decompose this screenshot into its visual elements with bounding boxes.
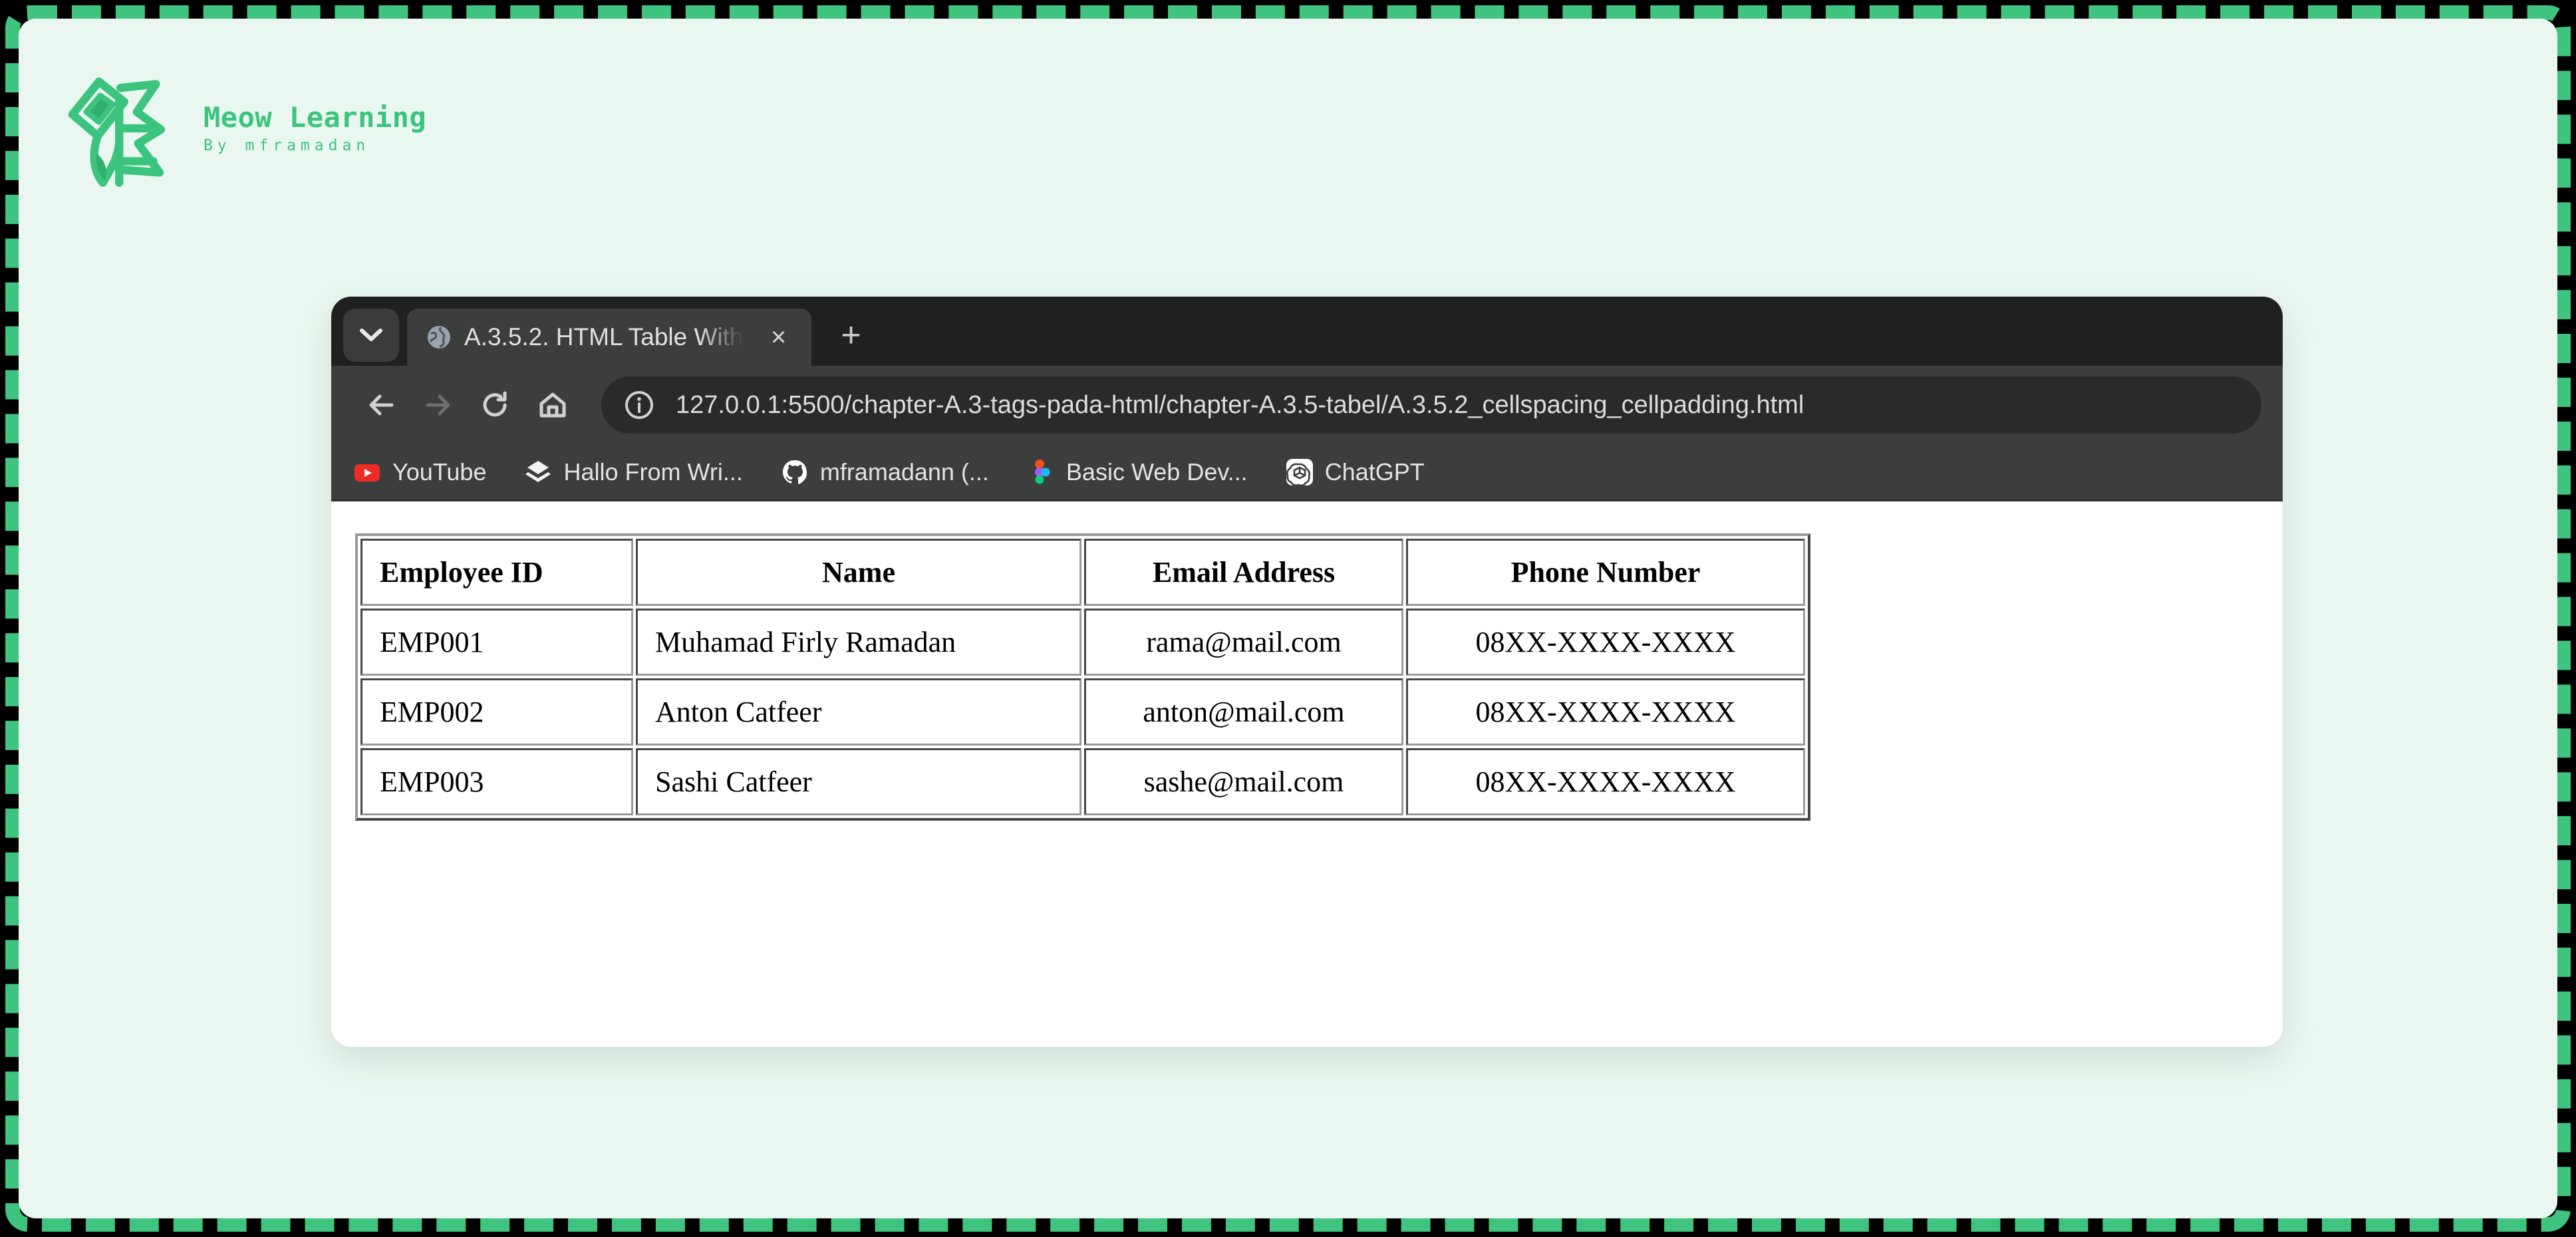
tab-title: A.3.5.2. HTML Table With (464, 323, 744, 350)
cell-employee-id: EMP003 (360, 748, 633, 815)
address-bar[interactable]: 127.0.0.1:5500/chapter-A.3-tags-pada-htm… (601, 376, 2261, 434)
bookmark-label: ChatGPT (1324, 458, 1425, 485)
chatgpt-icon (1286, 458, 1313, 486)
page-viewport: Employee ID Name Email Address Phone Num… (331, 501, 2283, 1047)
bookmark-youtube[interactable]: YouTube (349, 452, 490, 493)
forward-button[interactable] (410, 376, 467, 434)
outer-frame: Meow Learning By mframadan A.3.5.2. HTML… (0, 0, 2576, 1237)
table-row: EMP001 Muhamad Firly Ramadan rama@mail.c… (360, 609, 1805, 676)
tab-close-icon[interactable]: × (761, 319, 797, 355)
cell-email: rama@mail.com (1084, 609, 1403, 676)
table-row: EMP003 Sashi Catfeer sashe@mail.com 08XX… (360, 748, 1805, 815)
home-button[interactable] (524, 376, 581, 434)
table-row: EMP002 Anton Catfeer anton@mail.com 08XX… (360, 678, 1805, 746)
browser-tab-active[interactable]: A.3.5.2. HTML Table With × (407, 309, 811, 366)
cell-phone: 08XX-XXXX-XXXX (1406, 748, 1805, 815)
github-icon (782, 460, 807, 484)
cell-name: Anton Catfeer (636, 678, 1081, 746)
brand-subtitle: By mframadan (204, 136, 370, 154)
table-header-row: Employee ID Name Email Address Phone Num… (360, 539, 1805, 606)
home-icon (539, 392, 566, 418)
back-button[interactable] (353, 376, 410, 434)
tab-strip: A.3.5.2. HTML Table With × + (331, 297, 2283, 366)
column-header-phone-number: Phone Number (1406, 539, 1805, 606)
cell-email: sashe@mail.com (1084, 748, 1403, 815)
brand-title: Meow Learning (204, 100, 427, 134)
cell-phone: 08XX-XXXX-XXXX (1406, 609, 1805, 676)
bookmark-label: Basic Web Dev... (1066, 458, 1248, 485)
meow-learning-logo-icon (68, 77, 166, 187)
column-header-email-address: Email Address (1084, 539, 1403, 606)
bookmark-mframadann[interactable]: mframadann (... (776, 452, 993, 493)
bookmark-hallo-from-wri[interactable]: Hallo From Wri... (519, 452, 746, 493)
globe-icon (428, 326, 450, 348)
brand-header: Meow Learning By mframadan (59, 65, 426, 192)
bookmark-label: YouTube (392, 458, 487, 485)
cell-employee-id: EMP002 (360, 678, 633, 746)
bookmark-label: Hallo From Wri... (563, 458, 743, 485)
youtube-icon (355, 464, 380, 481)
figma-icon (1034, 459, 1050, 483)
slide-canvas: Meow Learning By mframadan A.3.5.2. HTML… (19, 19, 2557, 1218)
bookmark-chatgpt[interactable]: ChatGPT (1281, 452, 1429, 493)
column-header-employee-id: Employee ID (360, 539, 633, 606)
bookmarks-bar: YouTube Hallo From Wri... mframadann (..… (331, 444, 2283, 501)
chevron-down-icon (360, 329, 382, 341)
cell-phone: 08XX-XXXX-XXXX (1406, 678, 1805, 746)
column-header-name: Name (636, 539, 1081, 606)
cell-name: Muhamad Firly Ramadan (636, 609, 1081, 676)
arrow-right-icon (426, 394, 450, 416)
browser-window: A.3.5.2. HTML Table With × + 127.0.0.1:5… (331, 297, 2283, 1047)
employee-table: Employee ID Name Email Address Phone Num… (355, 533, 1810, 821)
layers-icon (525, 460, 551, 482)
url-text: 127.0.0.1:5500/chapter-A.3-tags-pada-htm… (676, 390, 1804, 419)
bookmark-label: mframadann (... (819, 458, 989, 485)
tab-search-button[interactable] (343, 309, 399, 362)
reload-icon (483, 391, 507, 417)
bookmark-basic-web-dev[interactable]: Basic Web Dev... (1022, 452, 1252, 493)
cell-email: anton@mail.com (1084, 678, 1403, 746)
browser-toolbar: 127.0.0.1:5500/chapter-A.3-tags-pada-htm… (331, 366, 2283, 444)
cell-name: Sashi Catfeer (636, 748, 1081, 815)
info-circle-icon[interactable] (624, 390, 654, 420)
reload-button[interactable] (467, 376, 524, 434)
arrow-left-icon (369, 394, 394, 416)
new-tab-button[interactable]: + (827, 311, 875, 359)
cell-employee-id: EMP001 (360, 609, 633, 676)
